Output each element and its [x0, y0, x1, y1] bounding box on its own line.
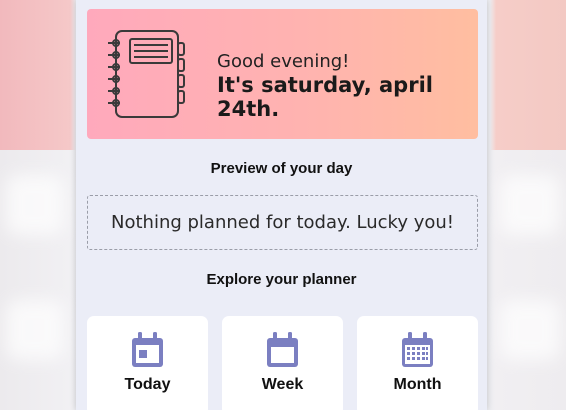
background-blur-card: [500, 175, 560, 235]
date-heading: It's saturday, april 24th.: [217, 73, 433, 121]
week-view-card[interactable]: Week: [222, 316, 343, 410]
month-view-card[interactable]: Month: [357, 316, 478, 410]
day-preview-empty-state: Nothing planned for today. Lucky you!: [87, 195, 478, 250]
greeting-banner: Good evening! It's saturday, april 24th.: [87, 9, 478, 139]
calendar-month-icon: [402, 332, 433, 367]
planner-panel: Good evening! It's saturday, april 24th.…: [76, 0, 487, 410]
today-view-card[interactable]: Today: [87, 316, 208, 410]
notebook-icon: [108, 30, 185, 118]
today-card-label: Today: [124, 376, 171, 393]
background-blur-card: [6, 300, 64, 360]
week-card-label: Week: [261, 376, 304, 393]
background-blur-card: [500, 300, 560, 360]
preview-section-title: Preview of your day: [210, 160, 353, 177]
background-blur-card: [6, 175, 64, 235]
calendar-week-icon: [267, 332, 298, 367]
month-card-label: Month: [393, 376, 442, 393]
greeting-text: Good evening!: [217, 51, 350, 72]
calendar-day-icon: [132, 332, 163, 367]
empty-state-message: Nothing planned for today. Lucky you!: [111, 212, 454, 233]
explore-section-title: Explore your planner: [206, 271, 357, 288]
